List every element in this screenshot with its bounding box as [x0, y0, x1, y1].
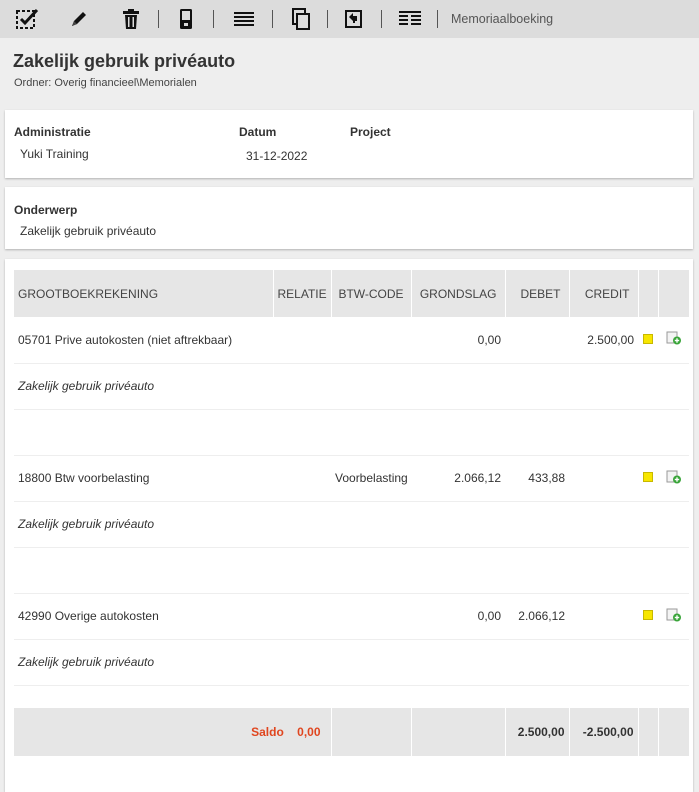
credit-cell	[569, 593, 638, 640]
column-header-relatie[interactable]: RELATIE	[273, 270, 332, 317]
folder-path: Ordner: Overig financieel\Memorialen	[14, 77, 197, 89]
administratie-value: Yuki Training	[20, 147, 89, 161]
reverse-icon[interactable]	[342, 0, 364, 38]
column-header-grondslag[interactable]: GRONDSLAG	[411, 270, 506, 317]
table-row-description[interactable]: Zakelijk gebruik privéauto	[14, 639, 689, 686]
table-row-spacer	[14, 547, 689, 594]
onderwerp-value: Zakelijk gebruik privéauto	[20, 224, 157, 238]
debet-cell	[505, 317, 569, 364]
note-flag-icon[interactable]	[643, 610, 653, 620]
btw-cell	[331, 317, 411, 364]
credit-cell: 2.500,00	[569, 317, 638, 364]
datum-label: Datum	[239, 125, 277, 139]
description-cell: Zakelijk gebruik privéauto	[14, 501, 689, 548]
note-flag-icon[interactable]	[643, 472, 653, 482]
debet-cell: 2.066,12	[505, 593, 569, 640]
table-row-description[interactable]: Zakelijk gebruik privéauto	[14, 363, 689, 410]
add-document-icon[interactable]	[666, 470, 682, 484]
pencil-icon[interactable]	[67, 0, 91, 38]
lines-card: GROOTBOEKREKENING RELATIE BTW-CODE GROND…	[5, 259, 693, 792]
table-row[interactable]: 18800 Btw voorbelasting Voorbelasting 2.…	[14, 455, 689, 502]
note-flag-icon[interactable]	[643, 333, 653, 344]
column-header-btw-code[interactable]: BTW-CODE	[331, 270, 412, 317]
project-label: Project	[350, 125, 391, 139]
total-credit: -2.500,00	[569, 708, 639, 756]
description-cell: Zakelijk gebruik privéauto	[14, 639, 689, 686]
trash-icon[interactable]	[119, 0, 143, 38]
table-row-description[interactable]: Zakelijk gebruik privéauto	[14, 501, 689, 548]
table-row[interactable]: 42990 Overige autokosten 0,00 2.066,12	[14, 593, 689, 640]
debet-cell: 433,88	[505, 455, 569, 502]
document-type-label: Memoriaalboeking	[451, 12, 554, 26]
account-cell: 05701 Prive autokosten (niet aftrekbaar)	[14, 317, 273, 364]
account-cell: 18800 Btw voorbelasting	[14, 455, 273, 502]
relatie-cell	[273, 317, 331, 364]
saldo-row: Saldo 0,00 2.500,00 -2.500,00	[14, 708, 690, 756]
add-document-icon[interactable]	[666, 331, 682, 345]
journal-lines-table: GROOTBOEKREKENING RELATIE BTW-CODE GROND…	[14, 270, 690, 756]
column-header-debet[interactable]: DEBET	[505, 270, 570, 317]
btw-cell: Voorbelasting	[331, 455, 411, 502]
description-cell: Zakelijk gebruik privéauto	[14, 363, 689, 410]
subject-card: Onderwerp Zakelijk gebruik privéauto	[5, 187, 693, 249]
datum-value: 31-12-2022	[246, 149, 308, 163]
relatie-cell	[273, 455, 331, 502]
administratie-label: Administratie	[14, 125, 91, 139]
table-row-spacer	[14, 685, 689, 708]
relatie-cell	[273, 593, 331, 640]
checklist-icon[interactable]	[14, 0, 40, 38]
grondslag-cell: 0,00	[411, 317, 505, 364]
saldo-value: 0,00	[297, 725, 321, 739]
copy-icon[interactable]	[290, 0, 312, 38]
phone-icon[interactable]	[176, 0, 196, 38]
toolbar: Memoriaalboeking	[0, 0, 699, 38]
page-title: Zakelijk gebruik privéauto	[13, 51, 236, 71]
saldo-label: Saldo	[251, 725, 284, 739]
total-debet: 2.500,00	[505, 708, 570, 756]
add-document-icon[interactable]	[666, 608, 682, 622]
page-header: Zakelijk gebruik privéauto Ordner: Overi…	[0, 38, 699, 110]
info-card: Administratie Yuki Training Datum 31-12-…	[5, 110, 693, 178]
column-header-grootboekrekening[interactable]: GROOTBOEKREKENING	[14, 270, 274, 317]
table-header-row: GROOTBOEKREKENING RELATIE BTW-CODE GROND…	[14, 270, 690, 317]
btw-cell	[331, 593, 411, 640]
table-row-spacer	[14, 409, 689, 456]
grondslag-cell: 0,00	[411, 593, 505, 640]
ledger-icon[interactable]	[397, 0, 423, 38]
onderwerp-label: Onderwerp	[14, 203, 78, 217]
list-lines-icon[interactable]	[232, 0, 256, 38]
table-row[interactable]: 05701 Prive autokosten (niet aftrekbaar)…	[14, 317, 689, 364]
column-header-credit[interactable]: CREDIT	[569, 270, 639, 317]
credit-cell	[569, 455, 638, 502]
account-cell: 42990 Overige autokosten	[14, 593, 273, 640]
grondslag-cell: 2.066,12	[411, 455, 505, 502]
